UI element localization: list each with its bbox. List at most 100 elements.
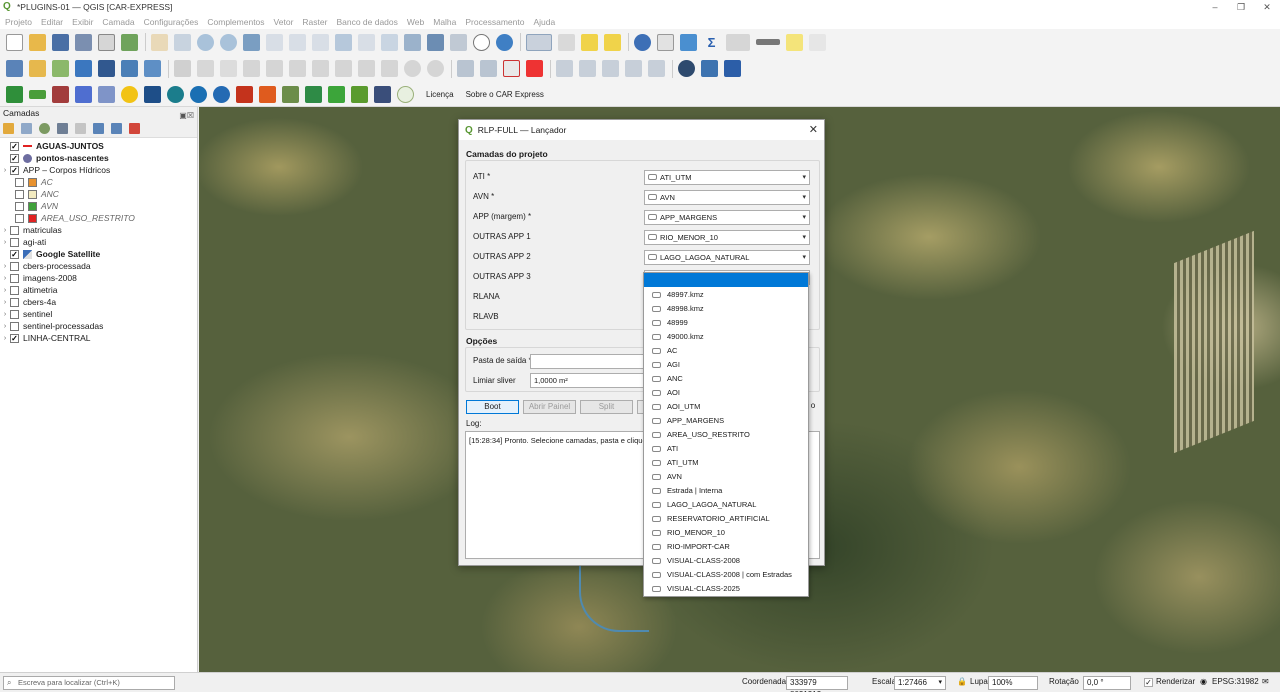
pan-to-selection-icon[interactable]	[174, 33, 191, 51]
menu-web[interactable]: Web	[407, 17, 424, 27]
bookmark-icon[interactable]	[427, 33, 444, 51]
style-manager-icon[interactable]	[121, 33, 138, 51]
layer-item[interactable]: › cbers-processada	[0, 260, 197, 272]
layer-visibility-checkbox[interactable]: ✓	[10, 141, 19, 151]
layer-visibility-checkbox[interactable]: ✓	[10, 249, 19, 259]
rotation-spinbox[interactable]: 0,0 °	[1083, 676, 1131, 690]
undo-icon[interactable]	[404, 60, 421, 77]
copy-icon[interactable]	[358, 60, 375, 77]
sun-plugin-icon[interactable]	[121, 85, 138, 103]
tree-plugin-icon[interactable]	[305, 85, 322, 103]
label-move-icon[interactable]	[556, 60, 573, 77]
layer-combo[interactable]: APP_MARGENS ▾	[644, 210, 810, 225]
sliver-threshold-input[interactable]: 1,0000 m²	[530, 373, 645, 388]
collapse-all-icon[interactable]	[111, 123, 122, 134]
gear-plugin-icon[interactable]	[98, 85, 115, 103]
menu-configuracoes[interactable]: Configurações	[144, 17, 199, 27]
expand-arrow-icon[interactable]: ›	[0, 275, 10, 282]
redo-icon[interactable]	[427, 60, 444, 77]
layer-visibility-checkbox[interactable]	[10, 237, 19, 247]
layer-visibility-checkbox[interactable]	[15, 213, 24, 223]
dropdown-item[interactable]: AGI	[644, 358, 808, 372]
add-postgis-icon[interactable]	[98, 60, 115, 77]
about-car-express-link[interactable]: Sobre o CAR Express	[466, 90, 544, 99]
zoom-last-icon[interactable]	[335, 33, 352, 51]
deselect-icon[interactable]	[581, 33, 598, 51]
field-calculator-icon[interactable]	[680, 33, 697, 51]
boot-button[interactable]: Boot	[466, 400, 519, 414]
search-plugin-icon[interactable]	[190, 85, 207, 103]
select-location-icon[interactable]	[604, 33, 621, 51]
open-styling-icon[interactable]	[3, 123, 14, 134]
license-link[interactable]: Licença	[426, 90, 454, 99]
layer-visibility-checkbox[interactable]	[10, 309, 19, 319]
menu-raster[interactable]: Raster	[302, 17, 327, 27]
output-folder-input[interactable]	[530, 354, 645, 369]
circle-teal-plugin-icon[interactable]	[167, 85, 184, 103]
dropdown-item[interactable]: ATI_UTM	[644, 456, 808, 470]
dropdown-item[interactable]: 48998.kmz	[644, 302, 808, 316]
zoom-out-icon[interactable]	[220, 33, 237, 51]
select-value-icon[interactable]	[558, 33, 575, 51]
dropdown-item[interactable]: AREA_USO_RESTRITO	[644, 428, 808, 442]
car-brazil-flag-icon[interactable]	[6, 85, 23, 103]
layer-combo-dropdown[interactable]: 48997.kmz 48998.kmz 48999 49000.kmz AC AGI ANC…	[643, 272, 809, 597]
label-pin-icon[interactable]	[480, 60, 497, 77]
add-raster-icon[interactable]	[75, 60, 92, 77]
toggle-editing-icon[interactable]	[197, 60, 214, 77]
dropdown-item[interactable]: AC	[644, 344, 808, 358]
temporal-controller-icon[interactable]	[473, 33, 490, 51]
label-abc-icon[interactable]	[503, 60, 520, 77]
menu-exibir[interactable]: Exibir	[72, 17, 93, 27]
magnifier-spinbox[interactable]: 100%	[988, 676, 1038, 690]
arrow-green-icon[interactable]	[29, 89, 46, 99]
lock-icon[interactable]: 🔒	[957, 677, 967, 686]
layer-visibility-checkbox[interactable]	[10, 285, 19, 295]
grid-plugin-icon[interactable]	[52, 85, 69, 103]
remove-layer-icon[interactable]	[129, 123, 140, 134]
layer-visibility-checkbox[interactable]	[10, 273, 19, 283]
expand-arrow-icon[interactable]: ›	[0, 335, 10, 342]
select-features-icon[interactable]	[526, 33, 552, 51]
menu-editar[interactable]: Editar	[41, 17, 63, 27]
scale-combo[interactable]: 1:27466 ▾	[894, 676, 946, 690]
menu-processamento[interactable]: Processamento	[465, 17, 524, 27]
expand-arrow-icon[interactable]: ›	[0, 299, 10, 306]
minimize-button[interactable]: –	[1202, 0, 1228, 14]
layer-combo[interactable]: RIO_MENOR_10 ▾	[644, 230, 810, 245]
dropdown-item[interactable]: VISUAL-CLASS-2008	[644, 554, 808, 568]
move-feature-icon[interactable]	[289, 60, 306, 77]
edit-pencil-icon[interactable]	[174, 60, 191, 77]
layer-item[interactable]: › cbers-4a	[0, 296, 197, 308]
expand-all-icon[interactable]	[93, 123, 104, 134]
dropdown-item[interactable]: AVN	[644, 470, 808, 484]
delete-selected-icon[interactable]	[312, 60, 329, 77]
crs-globe-icon[interactable]: ◉	[1200, 677, 1207, 686]
dropdown-item[interactable]: 48999	[644, 316, 808, 330]
layer-combo[interactable]: LAGO_LAGOA_NATURAL ▾	[644, 250, 810, 265]
zoom-full-icon[interactable]	[243, 33, 260, 51]
label-rotate-icon[interactable]	[579, 60, 596, 77]
menu-complementos[interactable]: Complementos	[207, 17, 264, 27]
label-change-icon[interactable]	[602, 60, 619, 77]
dropdown-item[interactable]: LAGO_LAGOA_NATURAL	[644, 498, 808, 512]
layer-visibility-checkbox[interactable]	[10, 297, 19, 307]
layer-item[interactable]: ✓ AGUAS-JUNTOS	[0, 140, 197, 152]
zoom-in-icon[interactable]	[197, 33, 214, 51]
layer-item[interactable]: ✓ Google Satellite	[0, 248, 197, 260]
layer-visibility-checkbox[interactable]: ✓	[10, 165, 19, 175]
menu-banco-de-dados[interactable]: Banco de dados	[336, 17, 397, 27]
split-button[interactable]: Split	[580, 400, 633, 414]
dropdown-item[interactable]: APP_MARGENS	[644, 414, 808, 428]
layer-item[interactable]: › ✓ LINHA-CENTRAL	[0, 332, 197, 344]
zoom-native-icon[interactable]	[312, 33, 329, 51]
layer-combo[interactable]: AVN ▾	[644, 190, 810, 205]
layer-visibility-checkbox[interactable]: ✓	[10, 153, 19, 163]
measure-icon[interactable]	[756, 39, 780, 45]
coordinate-input[interactable]: 333979 8031313	[786, 676, 848, 692]
dropdown-item[interactable]: RIO_MENOR_10	[644, 526, 808, 540]
show-bookmarks-icon[interactable]	[450, 33, 467, 51]
puzzle-plugin-icon[interactable]	[75, 85, 92, 103]
add-wfs-icon[interactable]	[144, 60, 161, 77]
dropdown-item[interactable]: ANC	[644, 372, 808, 386]
